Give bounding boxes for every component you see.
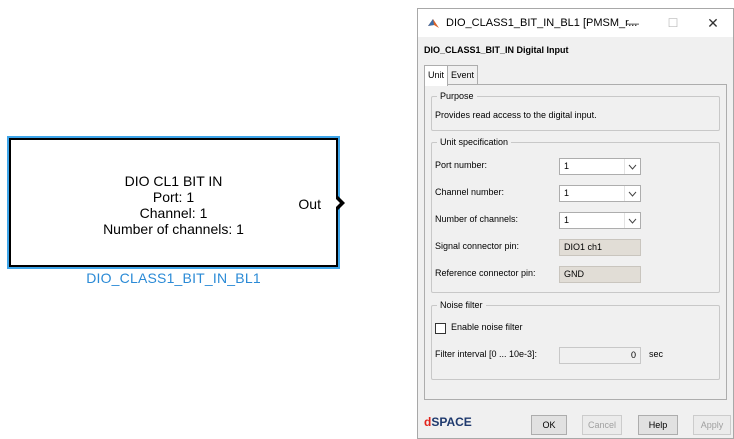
- channel-number-label: Channel number:: [435, 187, 505, 197]
- unit-specification-group: Unit specification Port number: 1 Channe…: [431, 136, 720, 293]
- channel-number-value: 1: [564, 188, 570, 198]
- dialog-footer: dSPACE OK Cancel Help Apply: [418, 408, 733, 438]
- reference-connector-pin-field: GND: [559, 266, 641, 283]
- reference-connector-pin-label: Reference connector pin:: [435, 268, 536, 278]
- chevron-down-icon[interactable]: [624, 186, 640, 201]
- port-number-select[interactable]: 1: [559, 158, 641, 175]
- tab-unit[interactable]: Unit: [424, 65, 449, 86]
- number-of-channels-select[interactable]: 1: [559, 212, 641, 229]
- block-type-line: DIO CL1 BIT IN: [124, 173, 223, 189]
- purpose-text: Provides read access to the digital inpu…: [435, 110, 597, 120]
- unit-tab-panel: Purpose Provides read access to the digi…: [424, 84, 727, 400]
- dialog-heading: DIO_CLASS1_BIT_IN Digital Input: [424, 45, 569, 55]
- dspace-logo: dSPACE: [424, 415, 472, 429]
- number-of-channels-value: 1: [564, 215, 570, 225]
- purpose-group: Purpose Provides read access to the digi…: [431, 90, 720, 131]
- filter-interval-label: Filter interval [0 ... 10e-3]:: [435, 349, 538, 359]
- port-number-label: Port number:: [435, 160, 488, 170]
- noise-filter-group-title: Noise filter: [437, 299, 486, 311]
- enable-noise-filter-label[interactable]: Enable noise filter: [451, 322, 523, 332]
- enable-noise-filter-checkbox[interactable]: [435, 323, 446, 334]
- purpose-group-title: Purpose: [437, 90, 477, 102]
- block-num-channels-line: Number of channels: 1: [103, 221, 244, 237]
- minimize-button[interactable]: —: [613, 9, 653, 37]
- filter-interval-unit: sec: [649, 349, 664, 359]
- tab-bar: Unit Event: [424, 65, 479, 86]
- block-channel-line: Channel: 1: [139, 205, 208, 221]
- title-bar[interactable]: DIO_CLASS1_BIT_IN_BL1 [PMSM_r... — ☐ ✕: [418, 9, 733, 37]
- tab-event[interactable]: Event: [447, 65, 479, 84]
- apply-button[interactable]: Apply: [693, 415, 731, 435]
- port-number-value: 1: [564, 161, 570, 171]
- ok-button[interactable]: OK: [531, 415, 567, 435]
- filter-interval-input[interactable]: 0: [559, 347, 641, 364]
- cancel-button[interactable]: Cancel: [582, 415, 622, 435]
- unit-specification-group-title: Unit specification: [437, 136, 512, 148]
- out-port-arrow-icon[interactable]: [336, 196, 345, 210]
- block-name-label[interactable]: DIO_CLASS1_BIT_IN_BL1: [9, 270, 338, 286]
- block-parameters-dialog: DIO_CLASS1_BIT_IN_BL1 [PMSM_r... — ☐ ✕ D…: [417, 8, 734, 439]
- number-of-channels-label: Number of channels:: [435, 214, 519, 224]
- signal-connector-pin-label: Signal connector pin:: [435, 241, 520, 251]
- out-port-label: Out: [298, 196, 321, 212]
- close-button[interactable]: ✕: [693, 9, 733, 37]
- channel-number-select[interactable]: 1: [559, 185, 641, 202]
- block-text: DIO CL1 BIT IN Port: 1 Channel: 1 Number…: [11, 173, 336, 237]
- chevron-down-icon[interactable]: [624, 213, 640, 228]
- signal-connector-pin-field: DIO1 ch1: [559, 239, 641, 256]
- help-button[interactable]: Help: [638, 415, 678, 435]
- block-port-line: Port: 1: [152, 189, 195, 205]
- noise-filter-group: Noise filter Enable noise filter Filter …: [431, 299, 720, 380]
- window-title: DIO_CLASS1_BIT_IN_BL1 [PMSM_r...: [446, 17, 638, 29]
- simulink-block[interactable]: DIO CL1 BIT IN Port: 1 Channel: 1 Number…: [9, 138, 345, 267]
- maximize-button[interactable]: ☐: [653, 9, 693, 37]
- matlab-app-icon: [427, 17, 440, 30]
- chevron-down-icon[interactable]: [624, 159, 640, 174]
